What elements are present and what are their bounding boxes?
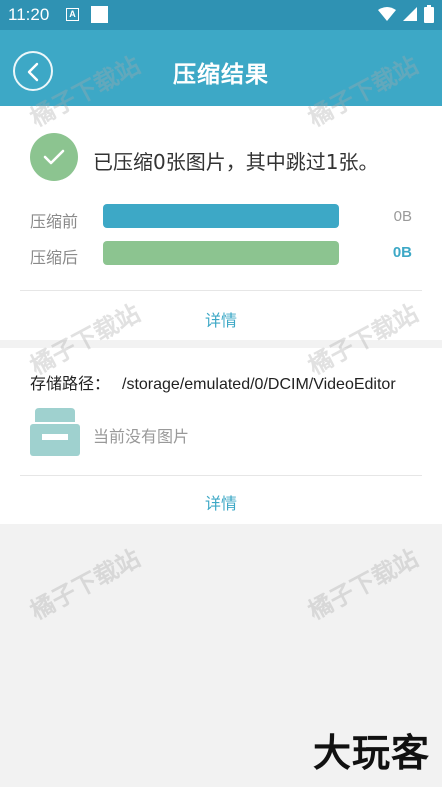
- empty-box-icon: [30, 408, 80, 456]
- check-icon: [30, 133, 78, 181]
- result-summary: 已压缩0张图片，其中跳过1张。: [93, 150, 379, 174]
- page-title: 压缩结果: [173, 62, 269, 88]
- divider: [20, 290, 422, 291]
- status-time: 11:20: [8, 5, 50, 24]
- storage-path-label: 存储路径：: [30, 374, 111, 393]
- battery-icon: [424, 5, 434, 23]
- compression-result-card: 已压缩0张图片，其中跳过1张。 压缩前 0B 压缩后 0B 详情: [0, 106, 442, 340]
- after-size-value: 0B: [392, 244, 412, 261]
- status-icons: [378, 5, 434, 23]
- before-size-value: 0B: [393, 208, 412, 225]
- status-bar: 11:20 A: [0, 0, 442, 30]
- after-label: 压缩后: [30, 248, 79, 267]
- after-size-bar: [103, 241, 339, 265]
- brand-logo: 大玩客: [312, 731, 430, 775]
- notification-a-icon: A: [66, 8, 79, 21]
- wifi-icon: [378, 7, 396, 21]
- before-label: 压缩前: [30, 212, 79, 231]
- storage-details-link[interactable]: 详情: [0, 490, 442, 514]
- watermark: 橘子下载站: [25, 544, 145, 626]
- app-bar: 压缩结果: [0, 30, 442, 106]
- storage-card: 存储路径： /storage/emulated/0/DCIM/VideoEdito…: [0, 348, 442, 524]
- storage-path-row: 存储路径： /storage/emulated/0/DCIM/VideoEdito…: [30, 370, 396, 394]
- watermark: 橘子下载站: [303, 544, 423, 626]
- notification-square-icon: [91, 6, 108, 23]
- storage-path-value: /storage/emulated/0/DCIM/VideoEditor: [122, 376, 396, 393]
- result-details-link[interactable]: 详情: [0, 307, 442, 331]
- empty-state-text: 当前没有图片: [93, 427, 190, 446]
- divider: [20, 475, 422, 476]
- before-size-bar: [103, 204, 339, 228]
- signal-icon: [403, 7, 417, 21]
